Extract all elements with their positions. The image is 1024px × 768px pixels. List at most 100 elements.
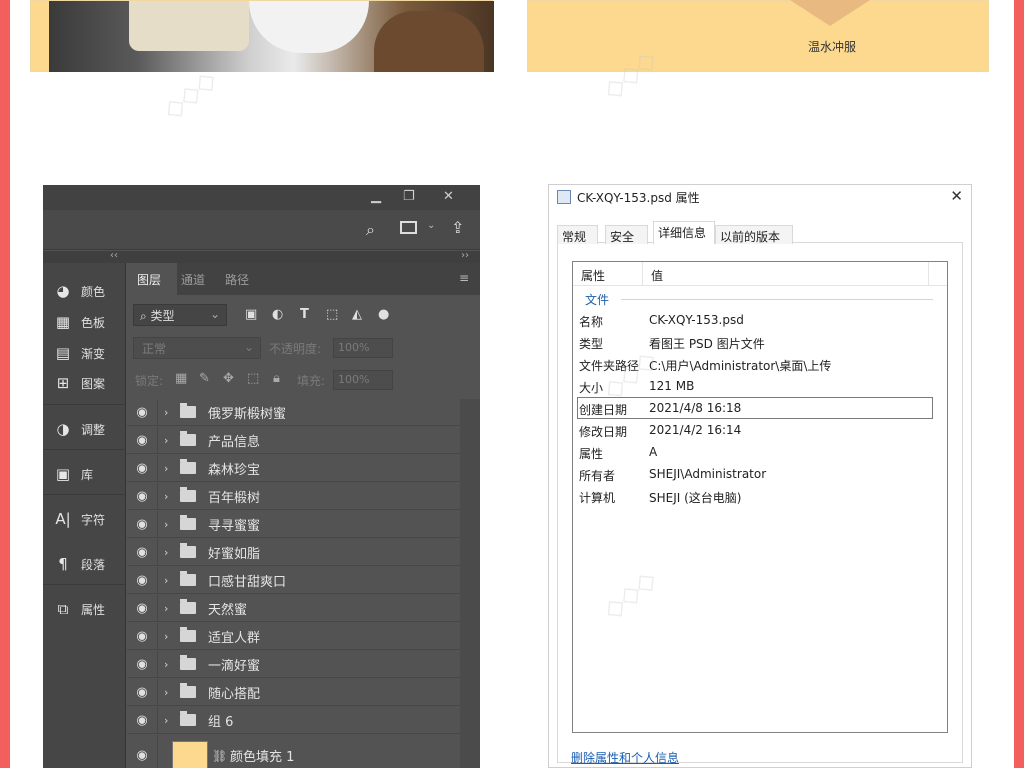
dock-item-color[interactable]: ◕ 颜色 [53, 279, 105, 303]
dock-item-swatches[interactable]: ▦ 色板 [53, 310, 105, 334]
layer-row[interactable]: ◉ › 俄罗斯椴树蜜 [127, 398, 460, 426]
eye-icon[interactable]: ◉ [127, 573, 157, 588]
fill-layer-row[interactable]: ◉ ⛓︎ 颜色填充 1 [127, 734, 460, 768]
property-row[interactable]: 计算机 SHEJI (这台电脑) [573, 485, 947, 507]
chevron-right-icon[interactable]: › [164, 630, 176, 643]
close-icon[interactable]: ✕ [950, 187, 963, 205]
layer-row[interactable]: ◉ › 适宜人群 [127, 622, 460, 650]
layer-row[interactable]: ◉ › 好蜜如脂 [127, 538, 460, 566]
property-row[interactable]: 修改日期 2021/4/2 16:14 [573, 419, 947, 441]
share-icon[interactable]: ⇪ [451, 218, 464, 237]
layer-row[interactable]: ◉ › 森林珍宝 [127, 454, 460, 482]
eye-icon[interactable]: ◉ [127, 713, 157, 728]
column-divider[interactable] [928, 262, 929, 286]
eye-icon[interactable]: ◉ [127, 629, 157, 644]
fill-swatch[interactable] [172, 740, 208, 768]
filter-toggle-icon[interactable]: ● [378, 307, 389, 322]
chevron-right-icon[interactable]: › [164, 518, 176, 531]
opacity-input[interactable]: 100% [333, 338, 393, 358]
dock-item-paragraph[interactable]: ¶ 段落 [53, 552, 105, 576]
tab-layers[interactable]: 图层 [137, 271, 161, 288]
column-header-value[interactable]: 值 [651, 267, 663, 284]
collapse-left-icon[interactable]: ‹‹ [110, 250, 118, 261]
chevron-right-icon[interactable]: › [164, 574, 176, 587]
tab-paths[interactable]: 路径 [225, 271, 249, 288]
chevron-right-icon[interactable]: › [164, 546, 176, 559]
chevron-right-icon[interactable]: › [164, 714, 176, 727]
property-row[interactable]: 文件夹路径 C:\用户\Administrator\桌面\上传 [573, 353, 947, 375]
panel-menu-icon[interactable]: ≡ [459, 271, 469, 285]
eye-icon[interactable]: ◉ [127, 685, 157, 700]
property-row[interactable]: 属性 A [573, 441, 947, 463]
column-header-property[interactable]: 属性 [581, 267, 605, 284]
chevron-right-icon[interactable]: › [164, 462, 176, 475]
tab-channels[interactable]: 通道 [181, 271, 205, 288]
chevron-down-icon[interactable]: ⌄ [427, 220, 435, 231]
eye-icon[interactable]: ◉ [127, 433, 157, 448]
search-icon[interactable]: ⌕ [366, 220, 375, 240]
restore-icon[interactable]: ❐ [403, 189, 415, 204]
artboard-icon[interactable]: ⬚ [247, 371, 259, 386]
chevron-right-icon[interactable]: › [164, 434, 176, 447]
eye-icon[interactable]: ◉ [127, 489, 157, 504]
eye-icon[interactable]: ◉ [127, 405, 157, 420]
property-row[interactable]: 名称 CK-XQY-153.psd [573, 309, 947, 331]
dock-item-library[interactable]: ▣ 库 [53, 462, 93, 486]
type-filter-icon[interactable]: T [300, 307, 309, 322]
minimize-icon[interactable]: ▁ [371, 189, 381, 204]
dock-item-gradient[interactable]: ▤ 渐变 [53, 341, 105, 365]
column-divider[interactable] [642, 262, 643, 286]
layers-scrollbar[interactable] [460, 399, 480, 768]
property-row[interactable]: 类型 看图王 PSD 图片文件 [573, 331, 947, 353]
eye-icon[interactable]: ◉ [127, 657, 157, 672]
collapse-right-icon[interactable]: ›› [461, 250, 469, 261]
tab-previous-versions[interactable]: 以前的版本 [715, 225, 793, 244]
eye-icon[interactable]: ◉ [127, 517, 157, 532]
layer-row[interactable]: ◉ › 产品信息 [127, 426, 460, 454]
workspace-icon[interactable] [400, 221, 417, 234]
dock-item-pattern[interactable]: ⊞ 图案 [53, 371, 105, 395]
move-icon[interactable]: ✥ [223, 371, 234, 386]
property-row-focused[interactable]: 创建日期 2021/4/8 16:18 [577, 397, 933, 419]
dock-item-character[interactable]: A| 字符 [53, 507, 105, 531]
tab-security[interactable]: 安全 [605, 225, 648, 244]
layer-row[interactable]: ◉ › 随心搭配 [127, 678, 460, 706]
property-name: 创建日期 [579, 403, 628, 417]
smart-object-filter-icon[interactable]: ◭ [352, 307, 362, 322]
eye-icon[interactable]: ◉ [127, 461, 157, 476]
eye-icon[interactable]: ◉ [127, 748, 157, 763]
lock-icon[interactable]: 🔒︎ [273, 371, 280, 386]
chevron-right-icon[interactable]: › [164, 406, 176, 419]
remove-properties-link[interactable]: 删除属性和个人信息 [571, 749, 679, 766]
close-icon[interactable]: ✕ [443, 189, 454, 204]
tab-details[interactable]: 详细信息 [653, 221, 715, 244]
eye-icon[interactable]: ◉ [127, 545, 157, 560]
layer-row[interactable]: ◉ › 天然蜜 [127, 594, 460, 622]
adjustment-filter-icon[interactable]: ◐ [272, 307, 283, 322]
chevron-right-icon[interactable]: › [164, 658, 176, 671]
chevron-right-icon[interactable]: › [164, 686, 176, 699]
collapse-bar[interactable]: ‹‹ ›› [43, 250, 480, 263]
blend-mode-select[interactable]: 正常 ⌄ [133, 337, 261, 359]
tab-general[interactable]: 常规 [557, 225, 598, 244]
dock-item-adjustments[interactable]: ◑ 调整 [53, 417, 105, 441]
chevron-right-icon[interactable]: › [164, 602, 176, 615]
layer-row[interactable]: ◉ › 百年椴树 [127, 482, 460, 510]
layer-row[interactable]: ◉ › 一滴好蜜 [127, 650, 460, 678]
property-row[interactable]: 大小 121 MB [573, 375, 947, 397]
eye-icon[interactable]: ◉ [127, 601, 157, 616]
shape-filter-icon[interactable]: ⬚ [326, 307, 338, 322]
layer-row[interactable]: ◉ › 组 6 [127, 706, 460, 734]
dock-item-properties[interactable]: ⧉ 属性 [53, 597, 105, 621]
filter-kind-select[interactable]: ⌕ 类型 ⌄ [133, 304, 227, 326]
layer-row[interactable]: ◉ › 口感甘甜爽口 [127, 566, 460, 594]
fill-input[interactable]: 100% [333, 370, 393, 390]
brush-icon[interactable]: ✎ [199, 371, 210, 386]
chevron-right-icon[interactable]: › [164, 490, 176, 503]
pixel-filter-icon[interactable]: ▣ [245, 307, 257, 322]
dock-label: 库 [81, 467, 94, 482]
property-row[interactable]: 所有者 SHEJI\Administrator [573, 463, 947, 485]
layer-list: ◉ › 俄罗斯椴树蜜 ◉ › 产品信息 ◉ › 森林珍宝 ◉ › 百年椴树 ◉ › 寻寻蜜蜜 ◉ › 好… [127, 398, 460, 768]
layer-row[interactable]: ◉ › 寻寻蜜蜜 [127, 510, 460, 538]
lock-pixels-icon[interactable]: ▦ [175, 371, 187, 386]
